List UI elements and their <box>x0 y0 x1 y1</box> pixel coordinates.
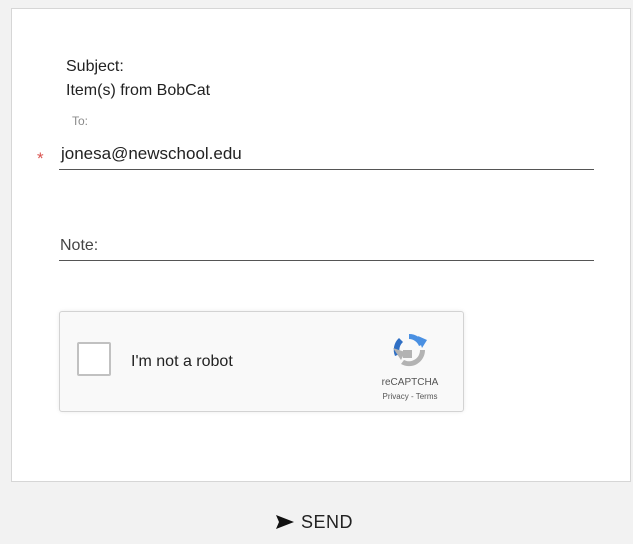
recaptcha-links: Privacy - Terms <box>365 392 455 402</box>
note-field[interactable]: Note: <box>59 231 594 261</box>
recaptcha-logo-icon <box>393 333 427 367</box>
recaptcha-terms-link[interactable]: Terms <box>416 392 438 401</box>
required-asterisk: * <box>37 149 44 168</box>
note-label: Note: <box>60 237 99 254</box>
send-arrow-icon <box>276 515 294 529</box>
send-label: SEND <box>301 511 354 532</box>
recaptcha-checkbox[interactable] <box>77 342 111 376</box>
email-form-card: Subject: Item(s) from BobCat To: * jones… <box>11 8 631 482</box>
to-email-field[interactable]: jonesa@newschool.edu <box>59 137 594 170</box>
email-dialog: Subject: Item(s) from BobCat To: * jones… <box>0 0 633 544</box>
recaptcha-link-separator: - <box>408 392 416 401</box>
recaptcha-label: I'm not a robot <box>131 353 233 370</box>
recaptcha-brand: reCAPTCHA <box>381 377 439 388</box>
recaptcha-widget: I'm not a robot reCAPTCHA Privacy - Term… <box>59 311 464 412</box>
subject-label: Subject: <box>66 58 124 75</box>
recaptcha-privacy-link[interactable]: Privacy <box>383 392 409 401</box>
send-button[interactable]: SEND <box>275 508 375 536</box>
to-email-value[interactable]: jonesa@newschool.edu <box>61 143 242 165</box>
to-label: To: <box>72 114 89 128</box>
subject-value: Item(s) from BobCat <box>66 82 211 99</box>
